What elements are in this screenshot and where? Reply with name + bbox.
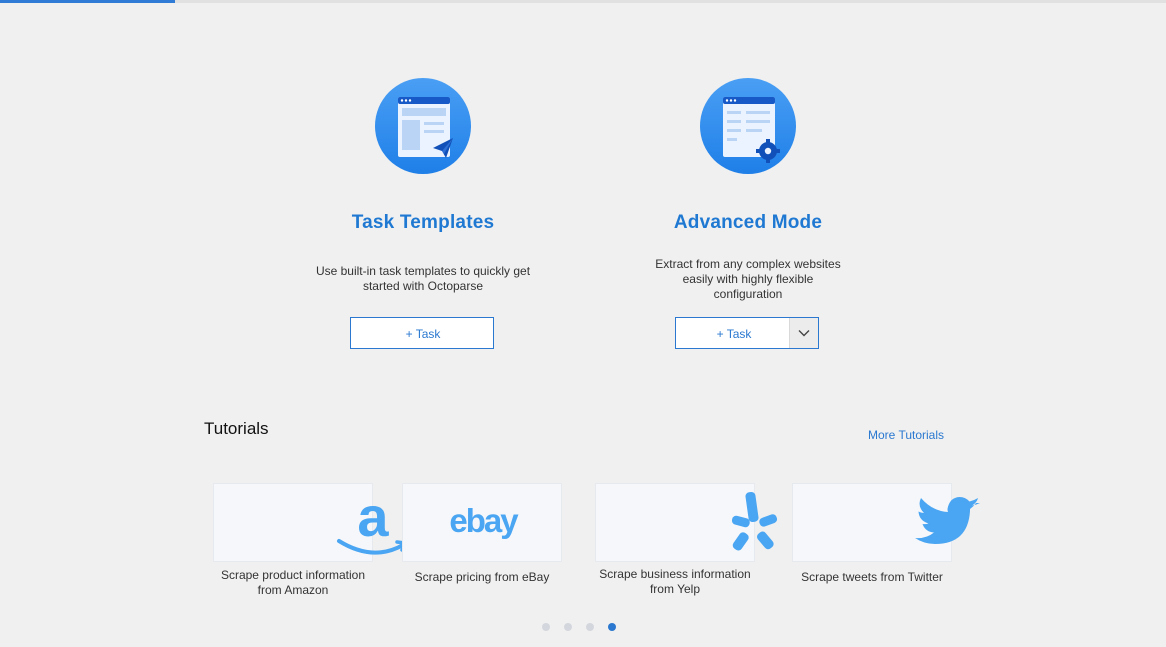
advanced-mode-icon xyxy=(700,78,796,174)
advanced-mode-description: Extract from any complex websites easily… xyxy=(655,257,841,301)
chevron-down-icon[interactable] xyxy=(789,318,818,348)
task-templates-title: Task Templates xyxy=(351,212,495,233)
advanced-mode-card: Advanced Mode Extract from any complex w… xyxy=(588,78,908,349)
tutorial-caption: Scrape pricing from eBay xyxy=(414,570,550,584)
tutorial-card-yelp[interactable]: Scrape business information from Yelp xyxy=(595,483,778,597)
carousel-dot[interactable] xyxy=(564,623,572,631)
ebay-logo[interactable]: ebay xyxy=(402,483,562,562)
task-templates-card: Task Templates Use built-in task templat… xyxy=(263,78,583,349)
twitter-logo[interactable] xyxy=(792,483,980,562)
tutorial-card-twitter[interactable]: Scrape tweets from Twitter xyxy=(792,483,980,585)
yelp-logo[interactable] xyxy=(595,483,778,562)
task-templates-description: Use built-in task templates to quickly g… xyxy=(315,264,531,293)
amazon-logo[interactable]: a xyxy=(213,483,407,562)
svg-text:a: a xyxy=(357,485,389,548)
tutorials-heading: Tutorials xyxy=(204,419,269,438)
carousel-dot[interactable] xyxy=(542,623,550,631)
carousel-dot[interactable] xyxy=(586,623,594,631)
tutorial-caption: Scrape tweets from Twitter xyxy=(801,570,943,584)
templates-new-task-button[interactable]: + Task xyxy=(350,317,494,349)
advanced-mode-title: Advanced Mode xyxy=(673,212,823,233)
tutorial-caption: Scrape business information from Yelp xyxy=(599,567,751,596)
more-tutorials-link[interactable]: More Tutorials xyxy=(868,428,944,442)
advanced-new-task-label: + Task xyxy=(716,327,752,341)
templates-new-task-label: + Task xyxy=(405,327,441,341)
carousel-dot[interactable] xyxy=(608,623,616,631)
advanced-new-task-button[interactable]: + Task xyxy=(675,317,819,349)
active-tab-indicator xyxy=(0,0,175,3)
tutorial-caption: Scrape product information from Amazon xyxy=(220,568,366,597)
tutorial-card-amazon[interactable]: a Scrape product information from Amazon xyxy=(213,483,407,598)
tutorial-card-ebay[interactable]: ebay Scrape pricing from eBay xyxy=(402,483,562,585)
task-templates-icon xyxy=(375,78,471,174)
